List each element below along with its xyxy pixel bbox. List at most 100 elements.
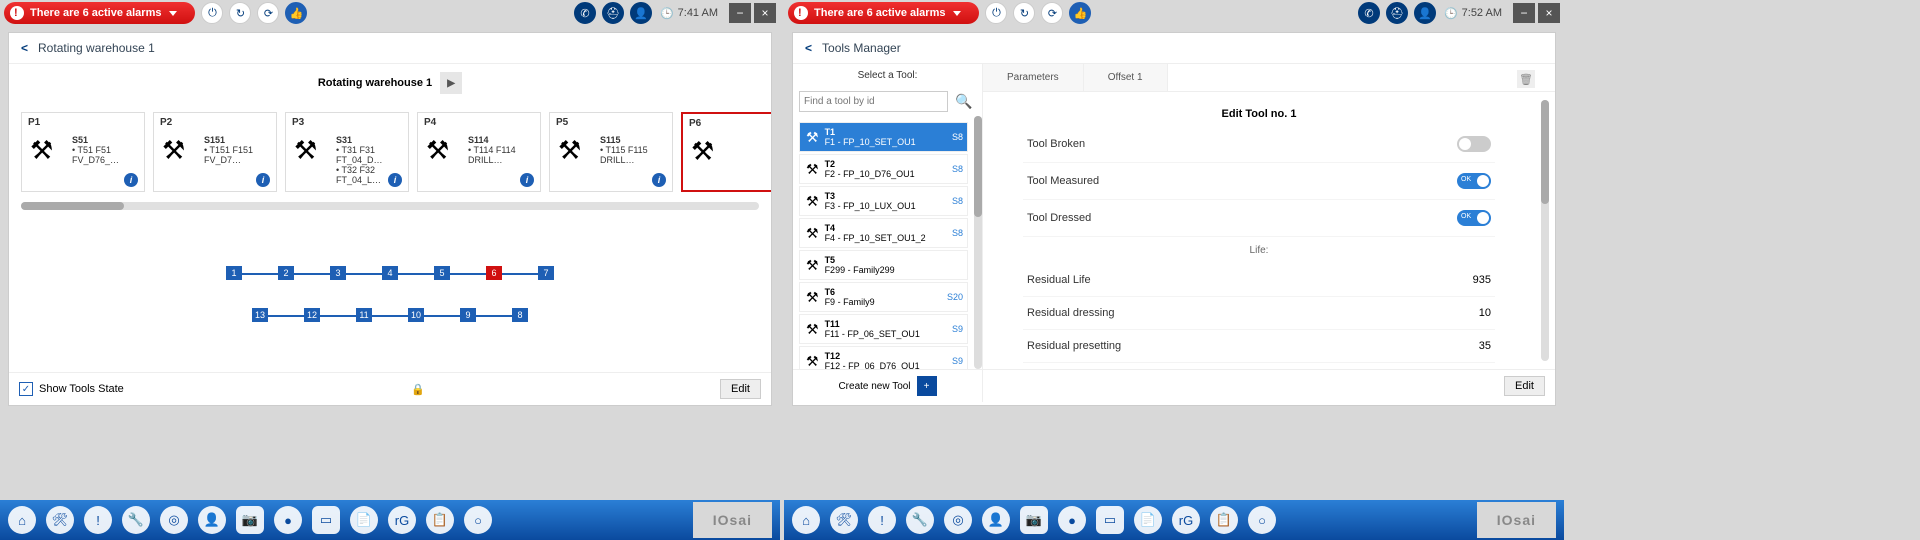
show-tools-checkbox[interactable]: ✓ xyxy=(19,382,33,396)
tb-home-icon[interactable]: ⌂ xyxy=(8,506,36,534)
tb-cms-icon[interactable]: ▭ xyxy=(312,506,340,534)
tool-search-input[interactable] xyxy=(799,91,948,112)
tb-wrench-icon[interactable]: 🔧 xyxy=(122,506,150,534)
edit-button[interactable]: Edit xyxy=(720,379,761,399)
info-icon[interactable]: i xyxy=(388,173,402,187)
create-tool-button[interactable]: + xyxy=(917,376,937,396)
vertical-scrollbar[interactable] xyxy=(1541,100,1549,361)
horizontal-scrollbar[interactable] xyxy=(21,202,759,210)
refresh-icon[interactable]: ↻ xyxy=(229,2,251,24)
vertical-scrollbar[interactable] xyxy=(974,116,982,369)
info-icon[interactable]: i xyxy=(124,173,138,187)
diagram-node[interactable]: 3 xyxy=(330,266,346,280)
info-icon[interactable]: i xyxy=(256,173,270,187)
close-button[interactable]: × xyxy=(754,3,776,23)
tb-wrench-icon[interactable]: 🔧 xyxy=(906,506,934,534)
tb-rg-icon[interactable]: rG xyxy=(1172,506,1200,534)
power-icon[interactable]: ⏻ xyxy=(985,2,1007,24)
diagram-node[interactable]: 2 xyxy=(278,266,294,280)
tab-parameters[interactable]: Parameters xyxy=(983,64,1084,91)
tb-doc-icon[interactable]: 📄 xyxy=(350,506,378,534)
tool-selector-column: Select a Tool: 🔍 ⚒ T1F1 - FP_10_SET_OU1 … xyxy=(793,64,983,402)
tb-tool-icon[interactable]: 🛠 xyxy=(46,506,74,534)
tb-camera-icon[interactable]: 📷 xyxy=(1020,506,1048,534)
diagram-node[interactable]: 1 xyxy=(226,266,242,280)
tb-circle-icon[interactable]: ○ xyxy=(464,506,492,534)
close-button[interactable]: × xyxy=(1538,3,1560,23)
sync-icon[interactable]: ⟳ xyxy=(257,2,279,24)
next-button[interactable]: ▶ xyxy=(440,72,462,94)
thumbs-up-icon[interactable]: 👍 xyxy=(1069,2,1091,24)
tool-list-item[interactable]: ⚒ T2F2 - FP_10_D76_OU1 S8 xyxy=(799,154,968,184)
alarm-banner[interactable]: There are 6 active alarms xyxy=(4,2,195,24)
tb-alert-icon[interactable]: ! xyxy=(868,506,896,534)
tool-icon: ⚒ xyxy=(691,136,714,167)
info-icon[interactable]: i xyxy=(652,173,666,187)
diagram-node[interactable]: 9 xyxy=(460,308,476,322)
tab-offset-1[interactable]: Offset 1 xyxy=(1084,64,1168,91)
tool-list-item[interactable]: ⚒ T5F299 - Family299 xyxy=(799,250,968,280)
back-icon[interactable]: < xyxy=(805,41,812,55)
tb-list-icon[interactable]: 📋 xyxy=(1210,506,1238,534)
phone-icon[interactable]: ✆ xyxy=(1358,2,1380,24)
tool-card[interactable]: P6 ⚒ i xyxy=(681,112,771,192)
tb-alert-icon[interactable]: ! xyxy=(84,506,112,534)
phone-icon[interactable]: ✆ xyxy=(574,2,596,24)
refresh-icon[interactable]: ↻ xyxy=(1013,2,1035,24)
hat-icon[interactable]: ⛑ xyxy=(602,2,624,24)
hat-icon[interactable]: ⛑ xyxy=(1386,2,1408,24)
tool-card[interactable]: P4 ⚒ S114• T114 F114 DRILL… i xyxy=(417,112,541,192)
tool-card[interactable]: P1 ⚒ S51• T51 F51 FV_D76_… i xyxy=(21,112,145,192)
tb-rg-icon[interactable]: rG xyxy=(388,506,416,534)
tb-dot-icon[interactable]: ● xyxy=(274,506,302,534)
tool-icon: ⚒ xyxy=(30,135,53,166)
tb-cms-icon[interactable]: ▭ xyxy=(1096,506,1124,534)
diagram-node[interactable]: 11 xyxy=(356,308,372,322)
tool-list-item[interactable]: ⚒ T6F9 - Family9 S20 xyxy=(799,282,968,312)
tb-home-icon[interactable]: ⌂ xyxy=(792,506,820,534)
tb-dot-icon[interactable]: ● xyxy=(1058,506,1086,534)
tb-camera-icon[interactable]: 📷 xyxy=(236,506,264,534)
user-icon[interactable]: 👤 xyxy=(630,2,652,24)
tb-doc-icon[interactable]: 📄 xyxy=(1134,506,1162,534)
edit-button[interactable]: Edit xyxy=(1504,376,1545,396)
diagram-node[interactable]: 7 xyxy=(538,266,554,280)
tool-list[interactable]: ⚒ T1F1 - FP_10_SET_OU1 S8⚒ T2F2 - FP_10_… xyxy=(793,116,974,369)
tb-target-icon[interactable]: ◎ xyxy=(160,506,188,534)
diagram-node[interactable]: 10 xyxy=(408,308,424,322)
diagram-node[interactable]: 13 xyxy=(252,308,268,322)
toggle-switch[interactable]: OK xyxy=(1457,210,1491,226)
diagram-node[interactable]: 4 xyxy=(382,266,398,280)
tool-list-item[interactable]: ⚒ T11F11 - FP_06_SET_OU1 S9 xyxy=(799,314,968,344)
tool-card[interactable]: P5 ⚒ S115• T115 F115 DRILL… i xyxy=(549,112,673,192)
user-icon[interactable]: 👤 xyxy=(1414,2,1436,24)
tool-list-item[interactable]: ⚒ T4F4 - FP_10_SET_OU1_2 S8 xyxy=(799,218,968,248)
sync-icon[interactable]: ⟳ xyxy=(1041,2,1063,24)
tool-card[interactable]: P3 ⚒ S31• T31 F31 FT_04_D…• T32 F32 FT_0… xyxy=(285,112,409,192)
tb-circle-icon[interactable]: ○ xyxy=(1248,506,1276,534)
tb-target-icon[interactable]: ◎ xyxy=(944,506,972,534)
info-icon[interactable]: i xyxy=(520,173,534,187)
minimize-button[interactable]: − xyxy=(1513,3,1535,23)
tb-person-icon[interactable]: 👤 xyxy=(198,506,226,534)
tool-list-item[interactable]: ⚒ T1F1 - FP_10_SET_OU1 S8 xyxy=(799,122,968,152)
alarm-banner[interactable]: There are 6 active alarms xyxy=(788,2,979,24)
diagram-node[interactable]: 8 xyxy=(512,308,528,322)
toggle-switch[interactable]: OK xyxy=(1457,136,1491,152)
back-icon[interactable]: < xyxy=(21,41,28,55)
tool-list-item[interactable]: ⚒ T12F12 - FP_06_D76_OU1 S9 xyxy=(799,346,968,369)
thumbs-up-icon[interactable]: 👍 xyxy=(285,2,307,24)
minimize-button[interactable]: − xyxy=(729,3,751,23)
tb-tool-icon[interactable]: 🛠 xyxy=(830,506,858,534)
diagram-node[interactable]: 12 xyxy=(304,308,320,322)
delete-button[interactable]: 🗑 xyxy=(1517,70,1535,88)
toggle-switch[interactable]: OK xyxy=(1457,173,1491,189)
tool-list-item[interactable]: ⚒ T3F3 - FP_10_LUX_OU1 S8 xyxy=(799,186,968,216)
diagram-node[interactable]: 5 xyxy=(434,266,450,280)
tb-person-icon[interactable]: 👤 xyxy=(982,506,1010,534)
tool-card[interactable]: P2 ⚒ S151• T151 F151 FV_D7… i xyxy=(153,112,277,192)
diagram-node[interactable]: 6 xyxy=(486,266,502,280)
tb-list-icon[interactable]: 📋 xyxy=(426,506,454,534)
search-icon[interactable]: 🔍 xyxy=(952,91,976,112)
power-icon[interactable]: ⏻ xyxy=(201,2,223,24)
